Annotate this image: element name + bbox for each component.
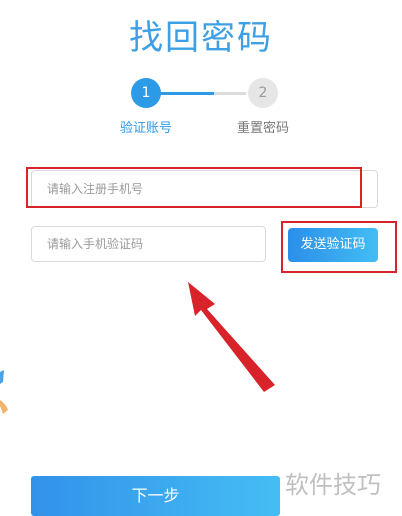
next-step-button[interactable]: 下一步 bbox=[31, 476, 280, 516]
watermark-text: 软件技巧 bbox=[285, 471, 381, 499]
decorative-illustration-edge bbox=[0, 370, 8, 414]
annotation-arrow bbox=[188, 282, 275, 392]
